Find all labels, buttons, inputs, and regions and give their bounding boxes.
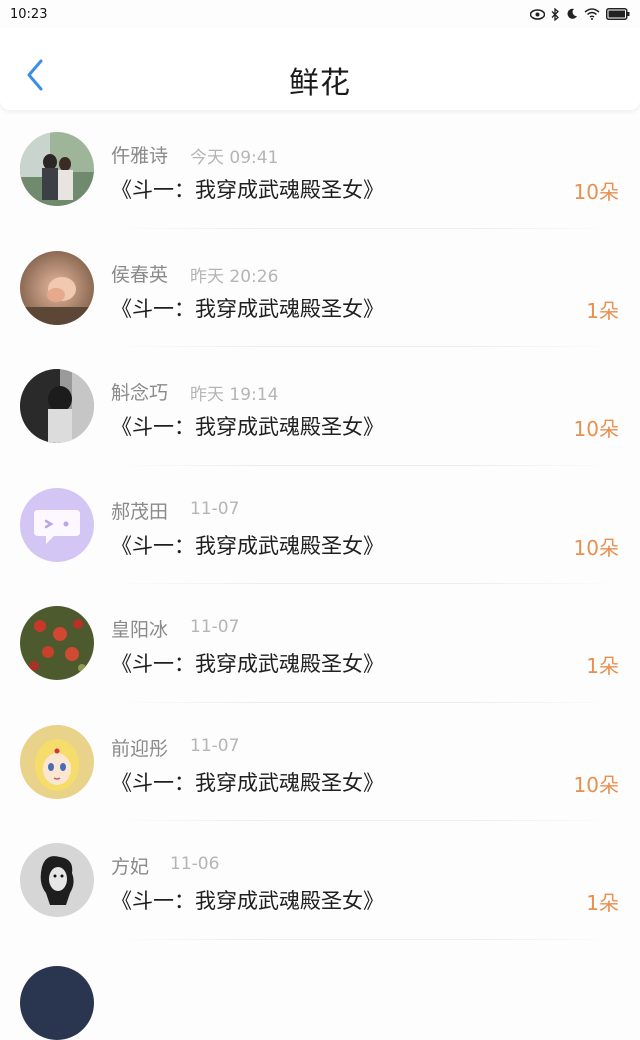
page-header: 鲜花 [0,28,640,110]
avatar[interactable] [20,966,94,1040]
avatar[interactable] [20,369,94,443]
book-title: 《斗一：我穿成武魂殿圣女》 [111,178,384,202]
flower-count: 10朵 [573,535,619,560]
status-icons [530,7,630,21]
moon-icon [567,8,577,19]
divider [114,938,618,940]
book-title: 《斗一：我穿成武魂殿圣女》 [111,533,384,558]
eye-icon [530,8,545,20]
send-time: 昨天 19:14 [190,385,279,405]
send-time: 今天 09:41 [190,148,279,168]
flower-count: 1朵 [586,891,619,915]
flower-list: 仵雅诗 今天 09:41 《斗一：我穿成武魂殿圣女》 10朵 侯春英 昨天 20… [0,110,640,940]
flower-count: 1朵 [586,298,619,323]
send-time: 11-07 [190,498,240,519]
sender-name: 皇阳冰 [111,619,169,641]
list-item[interactable]: 皇阳冰 11-07 《斗一：我穿成武魂殿圣女》 1朵 [0,584,640,703]
avatar[interactable] [20,250,94,325]
flower-count: 1朵 [586,654,619,678]
list-item[interactable]: 方妃 11-06 《斗一：我穿成武魂殿圣女》 1朵 [0,821,640,940]
avatar[interactable] [20,606,94,680]
bluetooth-icon [551,7,559,21]
sender-name: 仵雅诗 [111,145,169,167]
list-item[interactable]: 前迎彤 11-07 《斗一：我穿成武魂殿圣女》 10朵 [0,703,640,821]
send-time: 昨天 20:26 [190,266,279,287]
battery-icon [606,8,630,20]
avatar[interactable] [20,724,94,799]
book-title: 《斗一：我穿成武魂殿圣女》 [111,415,384,439]
avatar[interactable] [20,132,94,206]
book-title: 《斗一：我穿成武魂殿圣女》 [111,889,384,913]
book-title: 《斗一：我穿成武魂殿圣女》 [111,652,384,676]
sender-name: 前迎彤 [111,737,169,760]
send-time: 11-07 [190,735,240,756]
sender-name: 斛念巧 [111,382,169,404]
list-item[interactable]: 斛念巧 昨天 19:14 《斗一：我穿成武魂殿圣女》 10朵 [0,347,640,466]
sender-name: 方妃 [111,856,150,878]
send-time: 11-07 [190,617,240,637]
wifi-icon [584,8,600,20]
sender-name: 侯春英 [111,263,169,286]
book-title: 《斗一：我穿成武魂殿圣女》 [111,296,384,321]
avatar[interactable] [20,843,94,917]
book-title: 《斗一：我穿成武魂殿圣女》 [111,770,384,795]
flower-count: 10朵 [573,772,619,797]
list-item[interactable]: 仵雅诗 今天 09:41 《斗一：我穿成武魂殿圣女》 10朵 [0,110,640,229]
status-time: 10:23 [10,6,48,22]
flower-count: 10朵 [573,180,619,204]
flower-count: 10朵 [573,417,619,441]
avatar[interactable] [20,487,94,562]
list-item[interactable]: 侯春英 昨天 20:26 《斗一：我穿成武魂殿圣女》 1朵 [0,229,640,347]
list-item[interactable]: 郝茂田 11-07 《斗一：我穿成武魂殿圣女》 10朵 [0,466,640,584]
page-title: 鲜花 [289,66,351,101]
send-time: 11-06 [170,854,220,874]
sender-name: 郝茂田 [111,500,169,523]
status-bar: 10:23 [0,0,640,28]
